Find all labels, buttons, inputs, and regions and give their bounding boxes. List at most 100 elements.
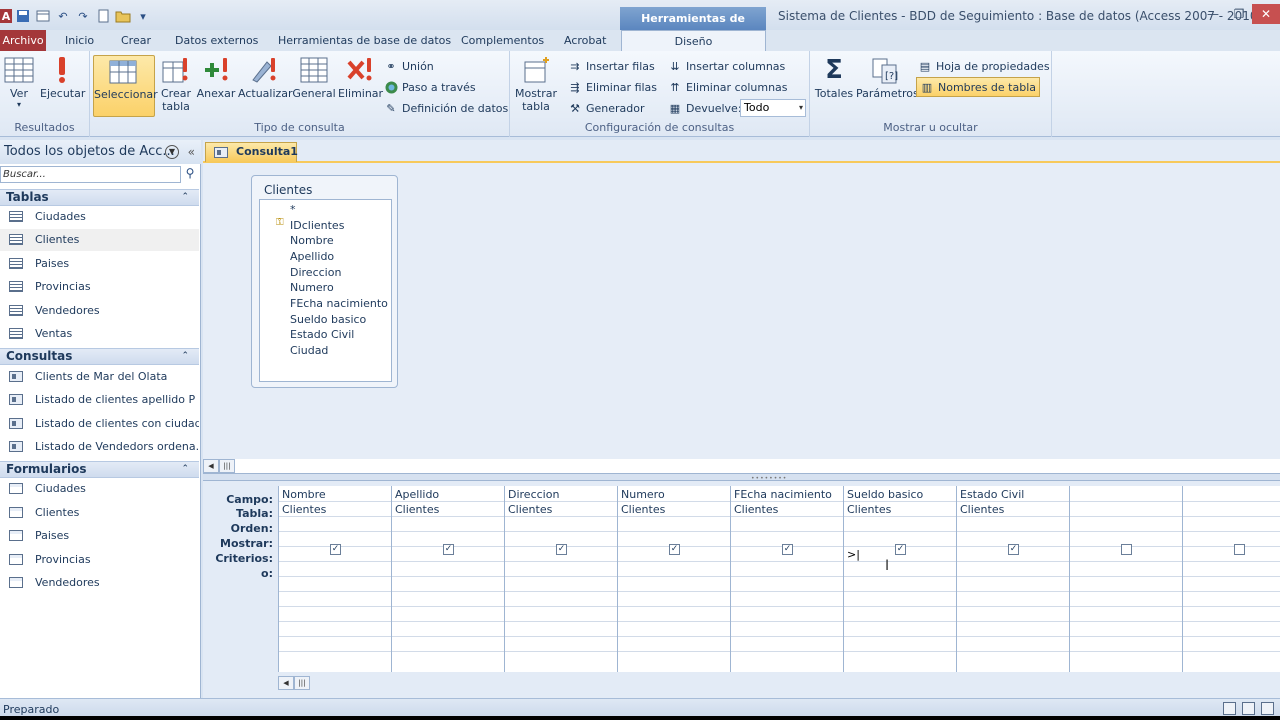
paso-a-traves-button[interactable]: Paso a través [384, 77, 476, 97]
field-item[interactable]: FEcha nacimiento [290, 297, 388, 310]
qbe-column[interactable]: Numero Clientes ✓ [618, 486, 731, 672]
tab-consulta1[interactable]: Consulta1 [205, 142, 298, 162]
redo-icon[interactable]: ↷ [74, 7, 92, 25]
nav-item-table[interactable]: Vendedores [0, 300, 199, 322]
nav-section-formularios[interactable]: Formularios ⌃ [0, 461, 199, 478]
qbe-column[interactable]: FEcha nacimiento Clientes ✓ [731, 486, 844, 672]
restore-icon[interactable]: ❐ [1226, 4, 1252, 24]
mostrar-checkbox[interactable]: ✓ [330, 544, 341, 555]
minimize-icon[interactable]: — [1200, 4, 1226, 24]
field-item[interactable]: Apellido [290, 250, 334, 263]
datasheet-view-icon[interactable] [1223, 702, 1236, 715]
tab-datos-externos[interactable]: Datos externos [175, 30, 258, 51]
eliminar-filas-button[interactable]: ⇶ Eliminar filas [568, 77, 657, 97]
tabla-cell[interactable]: Clientes [395, 503, 439, 516]
tab-acrobat[interactable]: Acrobat [564, 30, 606, 51]
nav-search-input[interactable]: Buscar... [0, 166, 181, 183]
nav-item-form[interactable]: Provincias [0, 549, 199, 571]
tabla-cell[interactable]: Clientes [621, 503, 665, 516]
nav-item-query[interactable]: Listado de clientes apellido P [0, 389, 199, 411]
nav-item-query[interactable]: Clients de Mar del Olata [0, 366, 199, 388]
field-item[interactable]: Nombre [290, 234, 334, 247]
field-item[interactable]: Estado Civil [290, 328, 354, 341]
design-view-icon[interactable] [1261, 702, 1274, 715]
field-item[interactable]: Numero [290, 281, 334, 294]
generador-button[interactable]: ⚒ Generador [568, 98, 644, 118]
insertar-columnas-button[interactable]: ⇊ Insertar columnas [668, 56, 785, 76]
criterios-cell[interactable]: >| [847, 548, 860, 561]
new-file-icon[interactable] [94, 7, 112, 25]
lower-horizontal-scrollbar[interactable]: ◀ ||| [278, 676, 314, 690]
nav-item-query[interactable]: Listado de clientes con ciudad [0, 413, 199, 435]
tabla-cell[interactable]: Clientes [734, 503, 778, 516]
nav-header[interactable]: Todos los objetos de Acc... ▼ « [0, 140, 201, 164]
nav-item-query[interactable]: Listado de Vendedors ordena... [0, 436, 199, 458]
pane-splitter[interactable]: •••••••• [203, 473, 1280, 482]
tab-diseno[interactable]: Diseño [621, 30, 766, 53]
collapse-pane-icon[interactable]: « [188, 140, 195, 164]
qbe-column[interactable]: Apellido Clientes ✓ [392, 486, 505, 672]
scroll-thumb[interactable]: ||| [219, 459, 235, 473]
campo-cell[interactable]: Estado Civil [960, 488, 1024, 501]
nav-item-table[interactable]: Paises [0, 253, 199, 275]
undo-icon[interactable]: ↶ [54, 7, 72, 25]
close-icon[interactable]: ✕ [1252, 4, 1280, 24]
eliminar-button[interactable]: Eliminar [338, 55, 383, 117]
qbe-column[interactable]: Estado Civil Clientes ✓ [957, 486, 1070, 672]
mostrar-checkbox[interactable] [1121, 544, 1132, 555]
scroll-left-icon[interactable]: ◀ [203, 459, 219, 473]
mostrar-tabla-button[interactable]: Mostrar tabla [514, 55, 558, 117]
field-item[interactable]: Ciudad [290, 344, 328, 357]
nav-item-table[interactable]: Ciudades [0, 206, 199, 228]
campo-cell[interactable]: Direccion [508, 488, 559, 501]
parametros-button[interactable]: [?] Parámetros [856, 55, 919, 117]
nav-section-tablas[interactable]: Tablas ⌃ [0, 189, 199, 206]
field-item[interactable]: * [290, 203, 296, 216]
nav-item-table[interactable]: Ventas [0, 323, 199, 345]
field-item[interactable]: Direccion [290, 266, 341, 279]
definicion-datos-button[interactable]: ✎ Definición de datos [384, 98, 508, 118]
tabla-cell[interactable]: Clientes [282, 503, 326, 516]
mostrar-checkbox[interactable] [1234, 544, 1245, 555]
mostrar-checkbox[interactable]: ✓ [669, 544, 680, 555]
actualizar-button[interactable]: Actualizar [238, 55, 293, 117]
campo-cell[interactable]: Apellido [395, 488, 439, 501]
tabla-cell[interactable]: Clientes [847, 503, 891, 516]
nav-item-form[interactable]: Paises [0, 525, 199, 547]
mostrar-checkbox[interactable]: ✓ [895, 544, 906, 555]
ejecutar-button[interactable]: Ejecutar [40, 55, 85, 117]
qbe-column[interactable] [1070, 486, 1183, 672]
general-button[interactable]: General [292, 55, 336, 117]
anexar-button[interactable]: Anexar [196, 55, 236, 117]
totales-button[interactable]: Σ Totales [814, 55, 854, 117]
ver-button[interactable]: Ver ▾ [2, 55, 36, 117]
mostrar-checkbox[interactable]: ✓ [782, 544, 793, 555]
nav-item-table[interactable]: Provincias [0, 276, 199, 298]
save-icon[interactable] [14, 7, 32, 25]
crear-tabla-button[interactable]: Crear tabla [158, 55, 194, 117]
field-item[interactable]: IDclientes [290, 219, 344, 232]
sql-view-icon[interactable] [1242, 702, 1255, 715]
open-folder-icon[interactable] [114, 7, 132, 25]
search-icon[interactable]: ⚲ [181, 166, 199, 183]
nav-item-table[interactable]: Clientes [0, 229, 199, 251]
devuelve-select[interactable]: Todo ▾ [740, 99, 806, 117]
qbe-column[interactable]: Nombre Clientes ✓ [279, 486, 392, 672]
tab-complementos[interactable]: Complementos [461, 30, 544, 51]
tab-archivo[interactable]: Archivo [0, 30, 46, 51]
nav-item-form[interactable]: Ciudades [0, 478, 199, 500]
nav-section-consultas[interactable]: Consultas ⌃ [0, 348, 199, 365]
customize-qat-icon[interactable]: ▾ [134, 7, 152, 25]
insertar-filas-button[interactable]: ⇉ Insertar filas [568, 56, 654, 76]
tab-crear[interactable]: Crear [121, 30, 151, 51]
campo-cell[interactable]: Numero [621, 488, 665, 501]
scroll-thumb[interactable]: ||| [294, 676, 310, 690]
campo-cell[interactable]: Nombre [282, 488, 326, 501]
qbe-column[interactable] [1183, 486, 1280, 672]
tab-inicio[interactable]: Inicio [65, 30, 94, 51]
mostrar-checkbox[interactable]: ✓ [556, 544, 567, 555]
view-icon[interactable] [34, 7, 52, 25]
field-list-window[interactable]: Clientes ⚿ * IDclientes Nombre Apellido … [251, 175, 398, 388]
tab-herramientas-bd[interactable]: Herramientas de base de datos [278, 30, 451, 51]
mostrar-checkbox[interactable]: ✓ [443, 544, 454, 555]
